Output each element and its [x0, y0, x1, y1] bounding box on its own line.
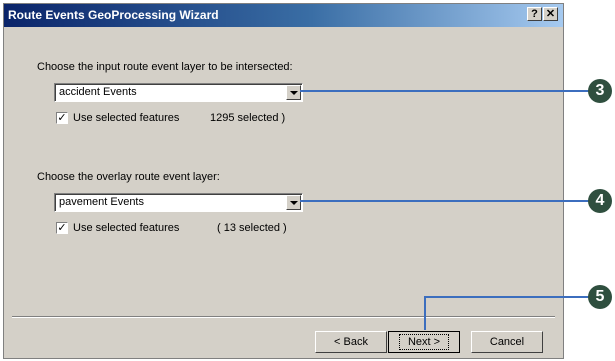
chevron-down-icon[interactable] — [286, 85, 301, 100]
callout-4-line — [300, 200, 590, 202]
footer-separator — [12, 316, 555, 318]
callout-3-badge: 3 — [588, 79, 612, 103]
chevron-down-icon[interactable] — [286, 195, 301, 210]
close-button[interactable]: ✕ — [543, 7, 558, 21]
cancel-button[interactable]: Cancel — [471, 331, 543, 353]
overlay-selection-count: ( 13 selected ) — [217, 222, 287, 234]
next-button[interactable]: Next > — [388, 331, 460, 353]
callout-5-badge: 5 — [588, 285, 612, 309]
input-use-selected-checkbox[interactable]: ✓ — [56, 112, 68, 124]
callout-5-connector — [424, 296, 426, 330]
help-button[interactable]: ? — [527, 7, 542, 21]
input-layer-value: accident Events — [59, 86, 137, 98]
input-use-selected-label: Use selected features — [73, 112, 180, 124]
overlay-layer-value: pavement Events — [59, 196, 144, 208]
wizard-dialog: Route Events GeoProcessing Wizard ? ✕ Ch… — [3, 3, 564, 359]
back-button[interactable]: < Back — [315, 331, 387, 353]
overlay-layer-prompt: Choose the overlay route event layer: — [37, 171, 220, 183]
input-selection-count: 1295 selected ) — [210, 112, 286, 124]
overlay-use-selected-label: Use selected features — [73, 222, 180, 234]
callout-5-line — [424, 296, 590, 298]
callout-3-line — [300, 90, 590, 92]
overlay-layer-combo[interactable]: pavement Events — [54, 193, 303, 212]
window-title: Route Events GeoProcessing Wizard — [8, 8, 219, 22]
title-bar: Route Events GeoProcessing Wizard ? ✕ — [4, 4, 563, 27]
callout-4-badge: 4 — [588, 189, 612, 213]
input-layer-combo[interactable]: accident Events — [54, 83, 303, 102]
overlay-use-selected-checkbox[interactable]: ✓ — [56, 222, 68, 234]
input-layer-prompt: Choose the input route event layer to be… — [37, 61, 293, 73]
next-button-label: Next > — [398, 334, 450, 350]
